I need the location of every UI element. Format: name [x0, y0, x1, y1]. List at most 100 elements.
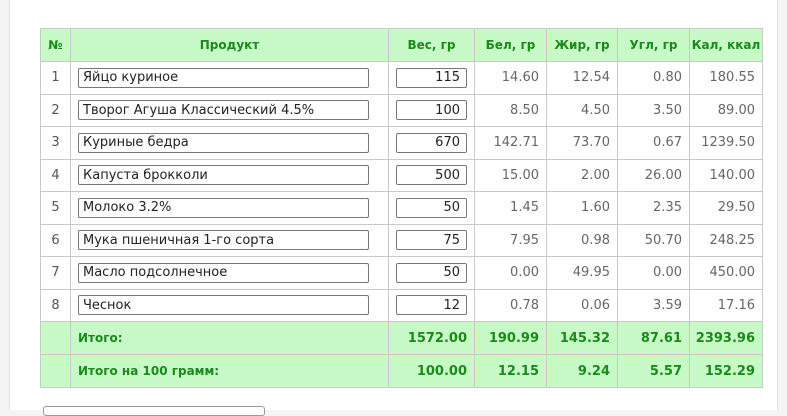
kcal-value: 248.25 — [689, 223, 763, 257]
product-cell — [70, 288, 389, 322]
row-number: 1 — [40, 61, 71, 95]
protein-value: 0.78 — [474, 288, 547, 322]
product-name-input[interactable] — [78, 100, 369, 121]
fat-value: 0.06 — [546, 288, 618, 322]
row-number: 6 — [40, 223, 71, 257]
carbs-value: 0.67 — [617, 126, 690, 160]
weight-cell — [388, 191, 475, 225]
weight-input[interactable] — [396, 100, 467, 121]
protein-value: 14.60 — [474, 61, 547, 95]
fat-value: 1.60 — [546, 191, 618, 225]
weight-input[interactable] — [396, 262, 467, 283]
table-row: 70.0049.950.00450.00 — [40, 256, 763, 290]
carbs-value: 0.80 — [617, 61, 690, 95]
product-name-input[interactable] — [78, 295, 369, 316]
weight-cell — [388, 158, 475, 192]
protein-value: 7.95 — [474, 223, 547, 257]
weight-cell — [388, 126, 475, 160]
kcal-value: 450.00 — [689, 256, 763, 290]
weight-cell — [388, 93, 475, 127]
total-carbs: 87.61 — [617, 321, 690, 355]
per100-row: Итого на 100 грамм: 100.00 12.15 9.24 5.… — [40, 354, 763, 388]
product-name-input[interactable] — [78, 230, 369, 251]
table-row: 6 7.950.9850.70248.25 — [40, 223, 763, 257]
carbs-value: 2.35 — [617, 191, 690, 225]
product-cell — [70, 256, 389, 290]
header-num: № — [40, 28, 71, 62]
product-name-input[interactable] — [78, 67, 369, 88]
kcal-value: 17.16 — [689, 288, 763, 322]
weight-input[interactable] — [396, 295, 467, 316]
row-number: 2 — [40, 93, 71, 127]
row-number: 8 — [40, 288, 71, 322]
table-row: 3 142.7173.700.671239.50 — [40, 126, 763, 160]
product-cell — [70, 158, 389, 192]
header-weight: Вес, гр — [388, 28, 475, 62]
product-name-input[interactable] — [78, 262, 369, 283]
per100-fat: 9.24 — [546, 354, 618, 388]
protein-value: 8.50 — [474, 93, 547, 127]
product-cell — [70, 61, 389, 95]
weight-input[interactable] — [396, 165, 467, 186]
kcal-value: 180.55 — [689, 61, 763, 95]
product-cell — [70, 191, 389, 225]
carbs-value: 26.00 — [617, 158, 690, 192]
kcal-value: 29.50 — [689, 191, 763, 225]
protein-value: 1.45 — [474, 191, 547, 225]
total-row: Итого: 1572.00 190.99 145.32 87.61 2393.… — [40, 321, 763, 355]
fat-value: 0.98 — [546, 223, 618, 257]
header-kcal: Кал, ккал — [689, 28, 763, 62]
fat-value: 12.54 — [546, 61, 618, 95]
per100-kcal: 152.29 — [689, 354, 763, 388]
header-product: Продукт — [70, 28, 389, 62]
row-number: 4 — [40, 158, 71, 192]
fat-value: 73.70 — [546, 126, 618, 160]
table-row: 5 1.451.602.3529.50 — [40, 191, 763, 225]
kcal-value: 1239.50 — [689, 126, 763, 160]
carbs-value: 50.70 — [617, 223, 690, 257]
carbs-value: 3.59 — [617, 288, 690, 322]
fat-value: 49.95 — [546, 256, 618, 290]
carbs-value: 3.50 — [617, 93, 690, 127]
weight-input[interactable] — [396, 132, 467, 153]
row-number: 7 — [40, 256, 71, 290]
product-name-input[interactable] — [78, 132, 369, 153]
table-row: 4 15.002.0026.00140.00 — [40, 158, 763, 192]
header-protein: Бел, гр — [474, 28, 547, 62]
fat-value: 4.50 — [546, 93, 618, 127]
add-product-button[interactable] — [43, 406, 265, 416]
carbs-value: 0.00 — [617, 256, 690, 290]
total-weight: 1572.00 — [388, 321, 475, 355]
total-protein: 190.99 — [474, 321, 547, 355]
kcal-value: 140.00 — [689, 158, 763, 192]
table-row: 2 8.504.503.5089.00 — [40, 93, 763, 127]
product-name-input[interactable] — [78, 197, 369, 218]
header-fat: Жир, гр — [546, 28, 618, 62]
weight-input[interactable] — [396, 230, 467, 251]
total-label: Итого: — [70, 321, 389, 355]
header-carbs: Угл, гр — [617, 28, 690, 62]
protein-value: 15.00 — [474, 158, 547, 192]
product-cell — [70, 93, 389, 127]
kcal-value: 89.00 — [689, 93, 763, 127]
total-kcal: 2393.96 — [689, 321, 763, 355]
weight-cell — [388, 223, 475, 257]
product-cell — [70, 223, 389, 257]
nutrition-table: № Продукт Вес, гр Бел, гр Жир, гр Угл, г… — [40, 28, 763, 388]
table-row: 8 0.780.063.5917.16 — [40, 288, 763, 322]
total-fat: 145.32 — [546, 321, 618, 355]
product-cell — [70, 126, 389, 160]
weight-input[interactable] — [396, 67, 467, 88]
protein-value: 142.71 — [474, 126, 547, 160]
weight-cell — [388, 61, 475, 95]
weight-cell — [388, 288, 475, 322]
row-number: 5 — [40, 191, 71, 225]
fat-value: 2.00 — [546, 158, 618, 192]
weight-input[interactable] — [396, 197, 467, 218]
per100-weight: 100.00 — [388, 354, 475, 388]
per100-label: Итого на 100 грамм: — [70, 354, 389, 388]
protein-value: 0.00 — [474, 256, 547, 290]
table-header-row: № Продукт Вес, гр Бел, гр Жир, гр Угл, г… — [40, 28, 763, 62]
table-row: 1 14.6012.540.80180.55 — [40, 61, 763, 95]
product-name-input[interactable] — [78, 165, 369, 186]
